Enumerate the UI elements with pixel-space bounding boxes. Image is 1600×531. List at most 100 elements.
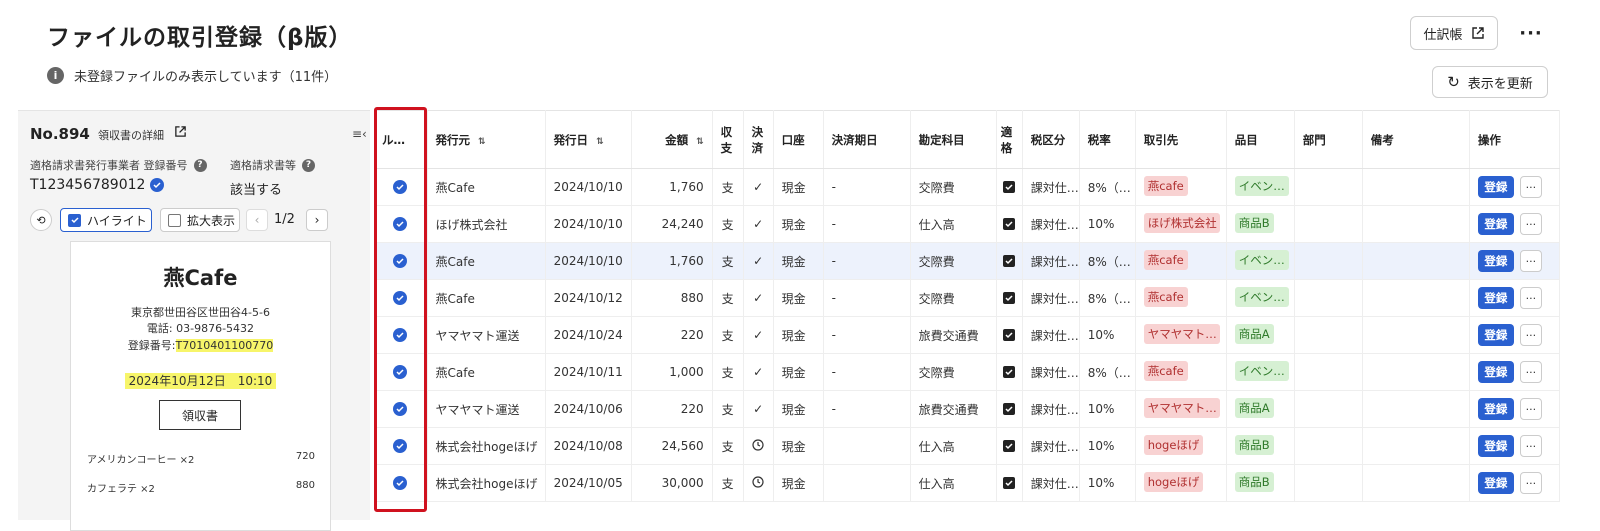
cell-date[interactable]: 2024/10/11 bbox=[545, 353, 632, 391]
cell-due[interactable]: - bbox=[823, 205, 911, 243]
register-button[interactable]: 登録 bbox=[1477, 434, 1514, 457]
cell-rate[interactable]: 10% bbox=[1079, 390, 1136, 428]
cell-note[interactable] bbox=[1362, 427, 1470, 465]
register-button[interactable]: 登録 bbox=[1477, 286, 1514, 309]
cell-qualified[interactable] bbox=[996, 242, 1023, 280]
cell-item[interactable]: イベン… bbox=[1226, 279, 1295, 317]
cell-rate[interactable]: 8%（… bbox=[1079, 168, 1136, 206]
cell-date[interactable]: 2024/10/05 bbox=[545, 464, 632, 502]
more-menu-icon[interactable]: ··· bbox=[1518, 20, 1544, 46]
help-icon[interactable]: ? bbox=[193, 158, 207, 172]
cell-amount[interactable]: 24,240 bbox=[631, 205, 713, 243]
sort-icon[interactable]: ⇅ bbox=[478, 137, 486, 147]
cell-qualified[interactable] bbox=[996, 390, 1023, 428]
prev-page-button[interactable]: ‹ bbox=[246, 209, 268, 231]
table-row[interactable]: ほげ株式会社 2024/10/10 24,240 支 ✓ 現金 - 仕入高 課対仕… 10% ほげ株… bbox=[374, 205, 1561, 243]
header-rate[interactable]: 税率 bbox=[1079, 110, 1136, 169]
cell-type[interactable]: 支 bbox=[712, 279, 744, 317]
cell-partner[interactable]: hogeほげ bbox=[1135, 427, 1227, 465]
register-button[interactable]: 登録 bbox=[1477, 397, 1514, 420]
cell-due[interactable]: - bbox=[823, 316, 911, 354]
cell-account[interactable]: 現金 bbox=[773, 205, 824, 243]
cell-date[interactable]: 2024/10/10 bbox=[545, 168, 632, 206]
cell-dept[interactable] bbox=[1294, 279, 1363, 317]
cell-tax-div[interactable]: 課対仕… bbox=[1022, 205, 1080, 243]
cell-date[interactable]: 2024/10/10 bbox=[545, 242, 632, 280]
header-qualified[interactable]: 適格 bbox=[996, 110, 1023, 169]
journal-button[interactable]: 仕訳帳 bbox=[1410, 16, 1498, 50]
table-row[interactable]: 燕Cafe 2024/10/10 1,760 支 ✓ 現金 - 交際費 課対仕… 8%（… 燕caf… bbox=[374, 242, 1561, 280]
cell-tax-div[interactable]: 課対仕… bbox=[1022, 242, 1080, 280]
cell-settle[interactable]: ✓ bbox=[743, 279, 774, 317]
row-select-checkbox[interactable] bbox=[374, 279, 428, 317]
cell-dept[interactable] bbox=[1294, 390, 1363, 428]
cell-settle[interactable]: ✓ bbox=[743, 242, 774, 280]
cell-type[interactable]: 支 bbox=[712, 205, 744, 243]
help-icon[interactable]: ? bbox=[302, 158, 315, 172]
header-due[interactable]: 決済期日 bbox=[823, 110, 911, 169]
cell-settle[interactable]: ✓ bbox=[743, 353, 774, 391]
cell-due[interactable] bbox=[823, 464, 911, 502]
row-more-icon[interactable]: ··· bbox=[1519, 472, 1542, 495]
cell-tax-div[interactable]: 課対仕… bbox=[1022, 353, 1080, 391]
cell-date[interactable]: 2024/10/08 bbox=[545, 427, 632, 465]
cell-tax-div[interactable]: 課対仕… bbox=[1022, 279, 1080, 317]
register-button[interactable]: 登録 bbox=[1477, 249, 1514, 272]
cell-dept[interactable] bbox=[1294, 316, 1363, 354]
cell-qualified[interactable] bbox=[996, 168, 1023, 206]
cell-tax-div[interactable]: 課対仕… bbox=[1022, 316, 1080, 354]
cell-account[interactable]: 現金 bbox=[773, 242, 824, 280]
cell-subject[interactable]: 仕入高 bbox=[910, 427, 997, 465]
cell-tax-div[interactable]: 課対仕… bbox=[1022, 427, 1080, 465]
row-more-icon[interactable]: ··· bbox=[1519, 287, 1542, 310]
cell-issuer[interactable]: ほげ株式会社 bbox=[427, 205, 546, 243]
cell-qualified[interactable] bbox=[996, 353, 1023, 391]
row-select-checkbox[interactable] bbox=[374, 168, 428, 206]
cell-date[interactable]: 2024/10/24 bbox=[545, 316, 632, 354]
cell-note[interactable] bbox=[1362, 205, 1470, 243]
cell-subject[interactable]: 交際費 bbox=[910, 353, 997, 391]
cell-qualified[interactable] bbox=[996, 316, 1023, 354]
rotate-icon[interactable]: ⟲ bbox=[30, 209, 52, 231]
next-page-button[interactable]: › bbox=[306, 209, 328, 231]
cell-account[interactable]: 現金 bbox=[773, 168, 824, 206]
cell-note[interactable] bbox=[1362, 353, 1470, 391]
header-amount[interactable]: 金額 ⇅ bbox=[631, 110, 713, 169]
cell-settle[interactable]: ✓ bbox=[743, 168, 774, 206]
cell-rate[interactable]: 10% bbox=[1079, 316, 1136, 354]
cell-subject[interactable]: 旅費交通費 bbox=[910, 390, 997, 428]
cell-due[interactable]: - bbox=[823, 168, 911, 206]
header-partner[interactable]: 取引先 bbox=[1135, 110, 1227, 169]
cell-account[interactable]: 現金 bbox=[773, 353, 824, 391]
cell-partner[interactable]: ほげ株式会社 bbox=[1135, 205, 1227, 243]
row-select-checkbox[interactable] bbox=[374, 316, 428, 354]
cell-rate[interactable]: 8%（… bbox=[1079, 279, 1136, 317]
cell-partner[interactable]: 燕cafe bbox=[1135, 168, 1227, 206]
cell-tax-div[interactable]: 課対仕… bbox=[1022, 464, 1080, 502]
row-more-icon[interactable]: ··· bbox=[1519, 361, 1542, 384]
cell-qualified[interactable] bbox=[996, 279, 1023, 317]
cell-item[interactable]: 商品A bbox=[1226, 390, 1295, 428]
cell-issuer[interactable]: 燕Cafe bbox=[427, 279, 546, 317]
cell-type[interactable]: 支 bbox=[712, 390, 744, 428]
row-select-checkbox[interactable] bbox=[374, 464, 428, 502]
cell-subject[interactable]: 仕入高 bbox=[910, 205, 997, 243]
cell-account[interactable]: 現金 bbox=[773, 464, 824, 502]
cell-amount[interactable]: 220 bbox=[631, 390, 713, 428]
cell-amount[interactable]: 1,760 bbox=[631, 242, 713, 280]
cell-tax-div[interactable]: 課対仕… bbox=[1022, 390, 1080, 428]
table-row[interactable]: 株式会社hogeほげ 2024/10/08 24,560 支現金 仕入高 課対仕… 10% h… bbox=[374, 427, 1561, 465]
header-rule[interactable]: ル… bbox=[374, 110, 428, 169]
register-button[interactable]: 登録 bbox=[1477, 323, 1514, 346]
cell-dept[interactable] bbox=[1294, 353, 1363, 391]
table-row[interactable]: 燕Cafe 2024/10/12 880 支 ✓ 現金 - 交際費 課対仕… 8%（… 燕cafe イ… bbox=[374, 279, 1561, 317]
cell-amount[interactable]: 24,560 bbox=[631, 427, 713, 465]
register-button[interactable]: 登録 bbox=[1477, 471, 1514, 494]
cell-amount[interactable]: 1,000 bbox=[631, 353, 713, 391]
cell-subject[interactable]: 交際費 bbox=[910, 279, 997, 317]
cell-partner[interactable]: 燕cafe bbox=[1135, 353, 1227, 391]
row-select-checkbox[interactable] bbox=[374, 242, 428, 280]
cell-date[interactable]: 2024/10/10 bbox=[545, 205, 632, 243]
cell-item[interactable]: 商品B bbox=[1226, 427, 1295, 465]
register-button[interactable]: 登録 bbox=[1477, 212, 1514, 235]
